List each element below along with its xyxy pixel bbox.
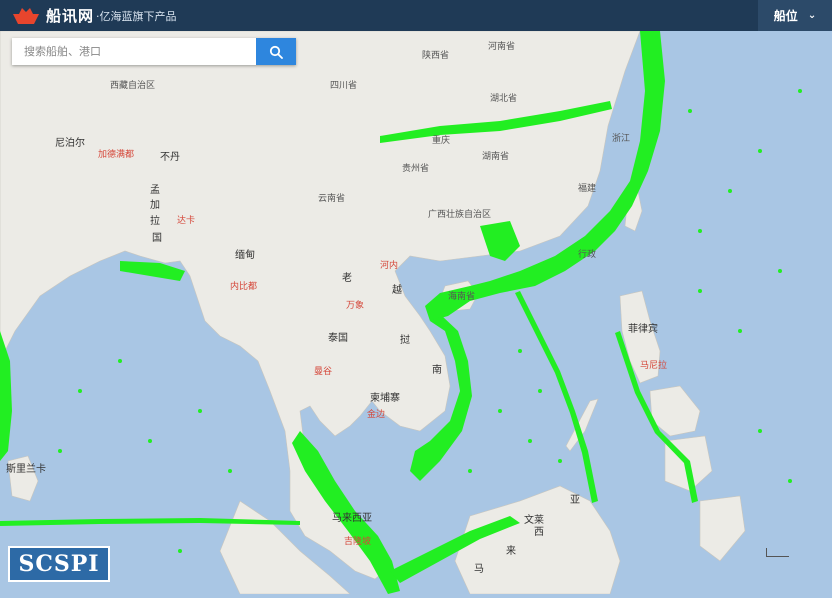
map-label: 马尼拉 xyxy=(640,359,667,371)
ship-position-menu-button[interactable]: 船位 ⌄ xyxy=(758,0,832,31)
map-label: 万象 xyxy=(346,299,364,311)
menu-button-label: 船位 xyxy=(773,9,798,23)
map-label: 孟 xyxy=(150,184,160,196)
map-label: 泰国 xyxy=(328,331,348,344)
brand-name: 船讯网 xyxy=(46,7,95,25)
search-button[interactable] xyxy=(256,38,296,65)
search-icon xyxy=(269,45,283,59)
brand-logo[interactable]: 船讯网 ·亿海蓝旗下产品 xyxy=(12,5,177,26)
map-label: 拉 xyxy=(150,214,160,227)
map-label: 不丹 xyxy=(160,151,180,163)
map-label: 达卡 xyxy=(177,214,195,226)
map-label: 河南省 xyxy=(488,40,515,52)
search-input[interactable] xyxy=(12,38,256,65)
map-label: 西藏自治区 xyxy=(110,79,155,91)
map-label: 挝 xyxy=(400,333,410,346)
brand-subtitle: ·亿海蓝旗下产品 xyxy=(96,9,177,23)
map-label: 尼泊尔 xyxy=(55,136,85,149)
map-label: 河内 xyxy=(380,259,398,271)
map-label: 行政 xyxy=(578,248,596,260)
map-label: 曼谷 xyxy=(314,366,332,377)
map-label: 缅甸 xyxy=(235,248,255,261)
scale-bar xyxy=(766,548,789,557)
map-label: 亚 xyxy=(570,495,580,506)
map-label: 湖南省 xyxy=(482,150,509,162)
scspi-watermark: SCSPI xyxy=(8,546,110,582)
map-label: 重庆 xyxy=(432,134,450,146)
map-label: 南 xyxy=(432,363,442,376)
top-navigation-bar: 船讯网 ·亿海蓝旗下产品 船位 ⌄ xyxy=(0,0,832,31)
map-label: 西 xyxy=(534,527,544,538)
map-label: 老 xyxy=(342,271,352,284)
ship-density-map[interactable]: 河南省 陕西省 四川省 湖北省 重庆 西藏自治区 尼泊尔 加德满都 不丹 贵州省… xyxy=(0,30,832,595)
map-label: 吉隆坡 xyxy=(344,535,371,547)
map-label: 菲律宾 xyxy=(628,322,658,335)
map-label: 加德满都 xyxy=(98,148,134,160)
search-bar xyxy=(12,38,296,65)
map-label: 云南省 xyxy=(318,192,345,204)
map-label: 斯里兰卡 xyxy=(6,462,46,475)
map-label: 加 xyxy=(150,199,160,211)
map-label: 马 xyxy=(474,563,484,575)
map-label: 马来西亚 xyxy=(332,512,372,524)
map-label: 来 xyxy=(506,545,516,557)
map-label: 四川省 xyxy=(330,79,357,91)
map-label: 金边 xyxy=(367,408,385,420)
map-label: 内比都 xyxy=(230,280,257,292)
map-label: 柬埔寨 xyxy=(370,391,400,404)
map-label: 越 xyxy=(392,283,402,296)
map-label: 文莱 xyxy=(524,513,544,526)
map-label: 广西壮族自治区 xyxy=(428,208,491,220)
map-label: 海南省 xyxy=(448,290,475,302)
ship-logo-icon xyxy=(13,7,39,24)
map-label: 陕西省 xyxy=(422,49,449,61)
map-label: 贵州省 xyxy=(402,162,429,174)
map-label: 浙江 xyxy=(612,132,630,144)
map-canvas[interactable]: 河南省 陕西省 四川省 湖北省 重庆 西藏自治区 尼泊尔 加德满都 不丹 贵州省… xyxy=(0,30,832,595)
map-label: 湖北省 xyxy=(490,92,517,104)
map-label: 国 xyxy=(152,232,162,244)
map-label: 福建 xyxy=(578,182,596,194)
chevron-down-icon: ⌄ xyxy=(807,10,817,21)
watermark-text: SCSPI xyxy=(18,551,100,577)
